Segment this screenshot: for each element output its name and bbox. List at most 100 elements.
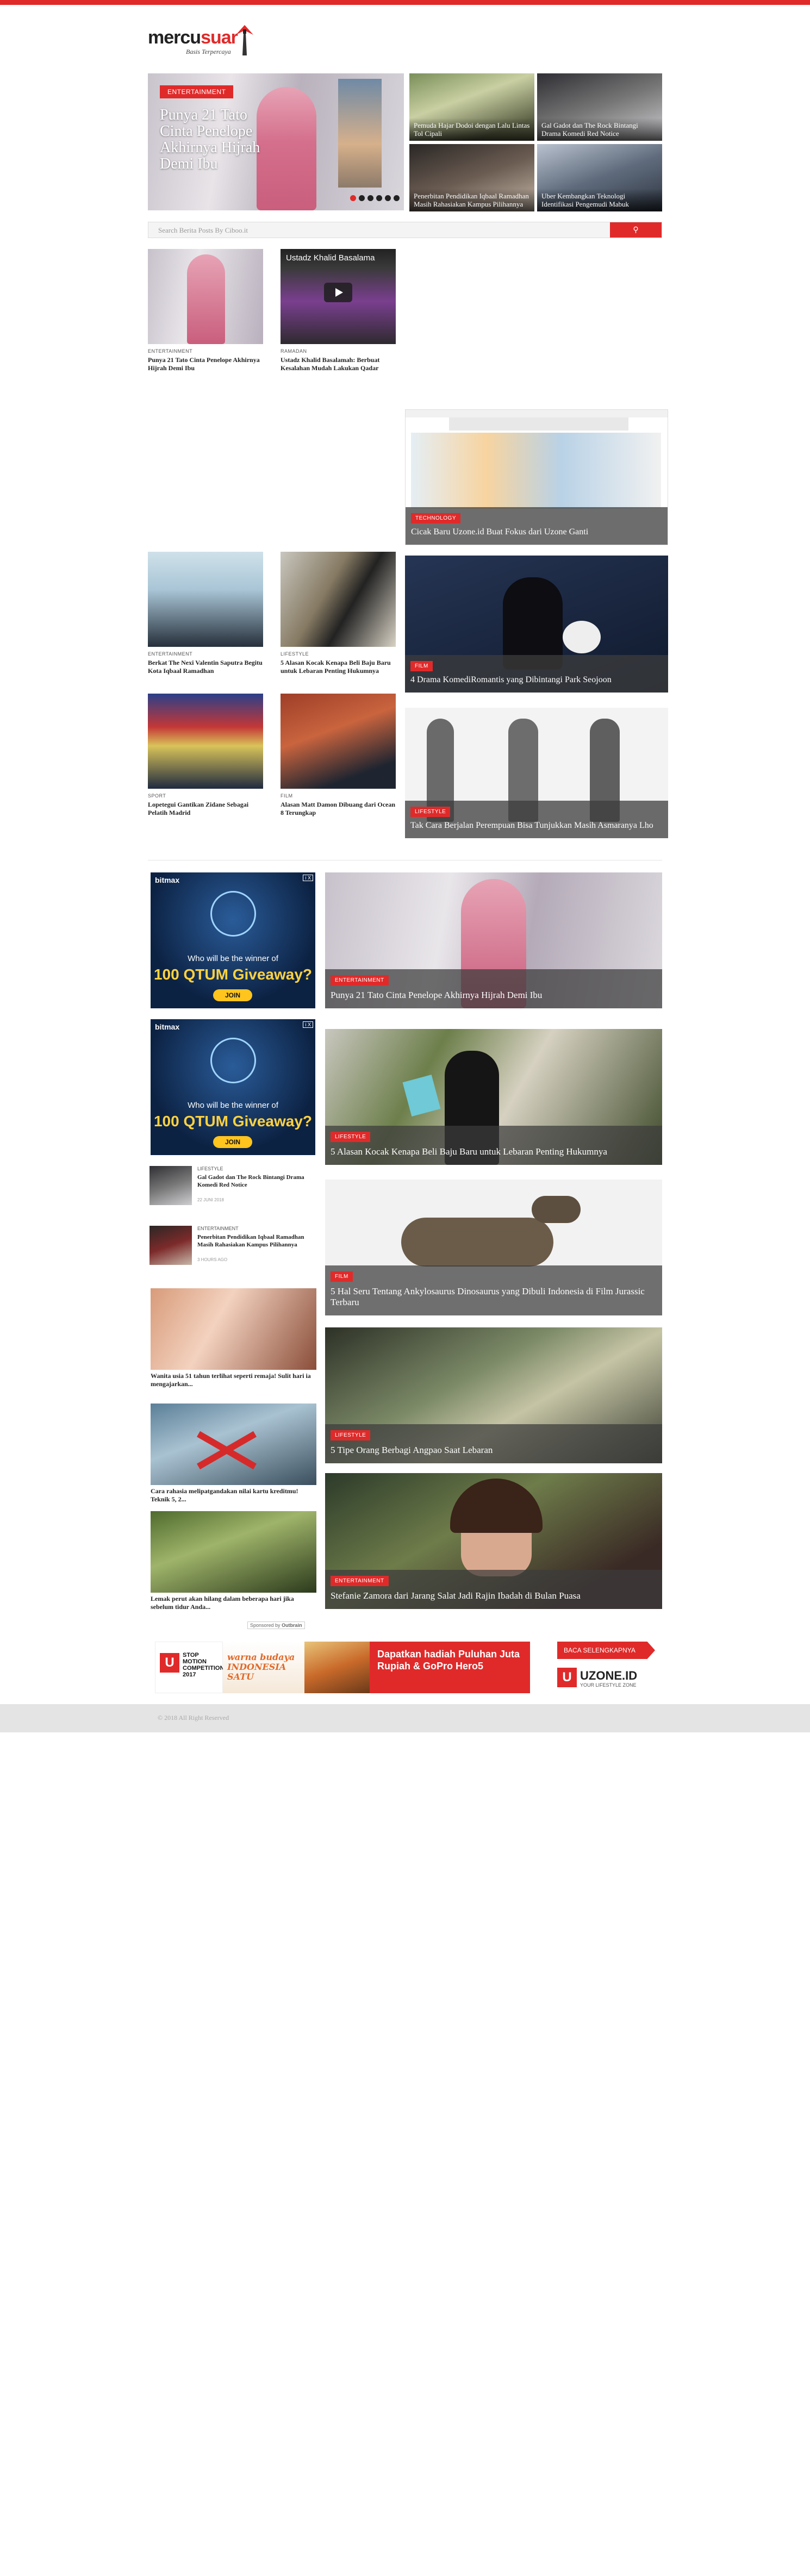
article-card[interactable]: LIFESTYLE 5 Alasan Kocak Kenapa Beli Baj…	[281, 552, 396, 675]
mini-category[interactable]: ENTERTAINMENT	[197, 1226, 239, 1231]
sponsored-thumbnail[interactable]	[151, 1404, 316, 1485]
slider-dot[interactable]	[376, 195, 382, 201]
logo-tagline: Basis Terpercaya	[186, 48, 231, 55]
article-card[interactable]: FILM Alasan Matt Damon Dibuang dari Ocea…	[281, 694, 396, 817]
article-title[interactable]: Alasan Matt Damon Dibuang dari Ocean 8 T…	[281, 801, 396, 817]
promo-banner[interactable]: U STOP MOTION COMPETITION 2017 warna bud…	[155, 1642, 663, 1693]
sponsored-by-outbrain[interactable]: Sponsored by Outbrain	[247, 1621, 305, 1629]
article-thumbnail[interactable]	[148, 694, 263, 789]
feature-tile[interactable]: LIFESTYLE 5 Tipe Orang Berbagi Angpao Sa…	[325, 1327, 662, 1463]
article-category[interactable]: ENTERTAINMENT	[148, 348, 263, 354]
mini-article[interactable]: ENTERTAINMENT Penerbitan Pendidikan Iqba…	[149, 1226, 315, 1265]
site-logo[interactable]: mercusuar Basis Terpercaya	[148, 22, 257, 61]
mini-thumbnail[interactable]	[149, 1226, 192, 1265]
article-thumbnail[interactable]	[148, 552, 263, 647]
search-bar: Search Berita Posts By Ciboo.it ⚲	[148, 222, 662, 238]
top-tile[interactable]: Penerbitan Pendidikan Iqbaal Ramadhan Ma…	[409, 144, 534, 211]
sponsored-thumbnail[interactable]	[151, 1288, 316, 1370]
top-tile[interactable]: Gal Gadot dan The Rock Bintangi Drama Ko…	[537, 73, 662, 141]
ad-headline: Who will be the winner of	[188, 1101, 278, 1110]
tile-caption: FILM 5 Hal Seru Tentang Ankylosaurus Din…	[325, 1265, 662, 1315]
article-card[interactable]: SPORT Lopetegui Gantikan Zidane Sebagai …	[148, 694, 263, 817]
sponsored-title[interactable]: Wanita usia 51 tahun terlihat seperti re…	[151, 1372, 316, 1388]
search-input[interactable]: Search Berita Posts By Ciboo.it	[158, 226, 248, 235]
slider-dot[interactable]	[385, 195, 391, 201]
feature-tile[interactable]: LIFESTYLE 5 Alasan Kocak Kenapa Beli Baj…	[325, 1029, 662, 1165]
mini-article[interactable]: LIFESTYLE Gal Gadot dan The Rock Bintang…	[149, 1166, 315, 1205]
feature-tile[interactable]: FILM 5 Hal Seru Tentang Ankylosaurus Din…	[325, 1180, 662, 1315]
ad-banner[interactable]: bitmax i X Who will be the winner of 100…	[151, 1019, 315, 1155]
article-card[interactable]: ENTERTAINMENT Punya 21 Tato Cinta Penelo…	[148, 249, 263, 372]
top-tile[interactable]: Uber Kembangkan Teknologi Identifikasi P…	[537, 144, 662, 211]
sponsored-item[interactable]: Cara rahasia melipatgandakan nilai kartu…	[151, 1404, 316, 1504]
search-button[interactable]: ⚲	[610, 222, 662, 238]
article-category[interactable]: RAMADAN	[281, 348, 396, 354]
logo-wordmark: mercusuar	[148, 27, 238, 48]
play-button[interactable]	[324, 283, 352, 302]
article-category[interactable]: LIFESTYLE	[281, 651, 396, 657]
category-badge[interactable]: LIFESTYLE	[410, 807, 451, 817]
right-feature-tile[interactable]: FILM 4 Drama KomediRomantis yang Dibinta…	[405, 556, 668, 693]
feature-tile[interactable]: ENTERTAINMENT Punya 21 Tato Cinta Penelo…	[325, 872, 662, 1008]
ad-prize: 100 QTUM Giveaway?	[153, 966, 312, 983]
right-feature-tile[interactable]: LIFESTYLE Tak Cara Berjalan Perempuan Bi…	[405, 708, 668, 838]
article-card[interactable]: ENTERTAINMENT Berkat The Nexi Valentin S…	[148, 552, 263, 675]
feature-tile[interactable]: ENTERTAINMENT Stefanie Zamora dari Jaran…	[325, 1473, 662, 1609]
article-title[interactable]: Ustadz Khalid Basalamah: Berbuat Kesalah…	[281, 356, 396, 372]
slider-dot[interactable]	[359, 195, 365, 201]
right-feature-tile[interactable]: TECHNOLOGY Cicak Baru Uzone.id Buat Foku…	[405, 409, 668, 545]
sponsored-item[interactable]: Wanita usia 51 tahun terlihat seperti re…	[151, 1288, 316, 1388]
article-category[interactable]: SPORT	[148, 793, 263, 799]
ad-join-button[interactable]: JOIN	[213, 1136, 252, 1148]
article-title[interactable]: Punya 21 Tato Cinta Penelope Akhirnya Hi…	[148, 356, 263, 372]
category-badge[interactable]: LIFESTYLE	[331, 1132, 371, 1142]
mini-title[interactable]: Gal Gadot dan The Rock Bintangi Drama Ko…	[197, 1174, 314, 1189]
mini-thumbnail[interactable]	[149, 1166, 192, 1205]
ad-banner[interactable]: bitmax i X Who will be the winner of 100…	[151, 872, 315, 1008]
video-label: Ustadz Khalid Basalama	[286, 253, 375, 263]
sponsored-title[interactable]: Cara rahasia melipatgandakan nilai kartu…	[151, 1487, 316, 1504]
sponsored-item[interactable]: Lemak perut akan hilang dalam beberapa h…	[151, 1511, 316, 1611]
sponsored-title[interactable]: Lemak perut akan hilang dalam beberapa h…	[151, 1595, 316, 1611]
category-badge[interactable]: TECHNOLOGY	[411, 513, 461, 523]
mini-category[interactable]: LIFESTYLE	[197, 1166, 223, 1171]
read-more-button[interactable]: BACA SELENGKAPNYA	[557, 1642, 655, 1659]
slider-dots	[350, 195, 400, 201]
video-thumbnail[interactable]: Ustadz Khalid Basalama	[281, 249, 396, 344]
warna-budaya-text: warna budaya INDONESIA SATU	[227, 1652, 295, 1682]
ad-brand: bitmax	[155, 876, 180, 884]
article-title[interactable]: Lopetegui Gantikan Zidane Sebagai Pelati…	[148, 801, 263, 817]
slider-dot[interactable]	[394, 195, 400, 201]
hero-title[interactable]: Punya 21 Tato Cinta Penelope Akhirnya Hi…	[160, 107, 269, 172]
tile-caption: ENTERTAINMENT Punya 21 Tato Cinta Penelo…	[325, 969, 662, 1008]
ad-join-button[interactable]: JOIN	[213, 989, 252, 1001]
tile-title: 5 Tipe Orang Berbagi Angpao Saat Lebaran	[331, 1445, 493, 1455]
category-badge[interactable]: FILM	[410, 661, 433, 671]
mini-title[interactable]: Penerbitan Pendidikan Iqbaal Ramadhan Ma…	[197, 1233, 314, 1249]
article-thumbnail[interactable]	[148, 249, 263, 344]
article-title[interactable]: 5 Alasan Kocak Kenapa Beli Baju Baru unt…	[281, 659, 396, 675]
category-badge[interactable]: LIFESTYLE	[331, 1430, 371, 1440]
article-thumbnail[interactable]	[281, 694, 396, 789]
top-tile-title: Penerbitan Pendidikan Iqbaal Ramadhan Ma…	[409, 189, 534, 211]
stop-motion-block: U STOP MOTION COMPETITION 2017	[155, 1642, 224, 1693]
category-badge[interactable]: ENTERTAINMENT	[331, 975, 389, 986]
ad-close-icon[interactable]: i X	[303, 875, 313, 881]
hero-slider[interactable]: ENTERTAINMENT Punya 21 Tato Cinta Penelo…	[148, 73, 404, 210]
slider-dot[interactable]	[367, 195, 373, 201]
ad-close-icon[interactable]: i X	[303, 1021, 313, 1028]
uzone-logo[interactable]: U UZONE.ID YOUR LIFESTYLE ZONE	[557, 1668, 661, 1689]
article-card[interactable]: Ustadz Khalid Basalama RAMADAN Ustadz Kh…	[281, 249, 396, 372]
top-tile[interactable]: Pemuda Hajar Dodoi dengan Lalu Lintas To…	[409, 73, 534, 141]
warna-budaya-block: warna budaya INDONESIA SATU	[223, 1642, 304, 1693]
category-badge[interactable]: FILM	[331, 1271, 353, 1282]
article-category[interactable]: FILM	[281, 793, 396, 799]
article-thumbnail[interactable]	[281, 552, 396, 647]
sponsored-thumbnail[interactable]	[151, 1511, 316, 1593]
category-badge[interactable]: ENTERTAINMENT	[331, 1576, 389, 1586]
slider-dot[interactable]	[350, 195, 356, 201]
article-category[interactable]: ENTERTAINMENT	[148, 651, 263, 657]
tile-title: Punya 21 Tato Cinta Penelope Akhirnya Hi…	[331, 990, 543, 1000]
hero-badge[interactable]: ENTERTAINMENT	[160, 85, 234, 98]
article-title[interactable]: Berkat The Nexi Valentin Saputra Begitu …	[148, 659, 263, 675]
